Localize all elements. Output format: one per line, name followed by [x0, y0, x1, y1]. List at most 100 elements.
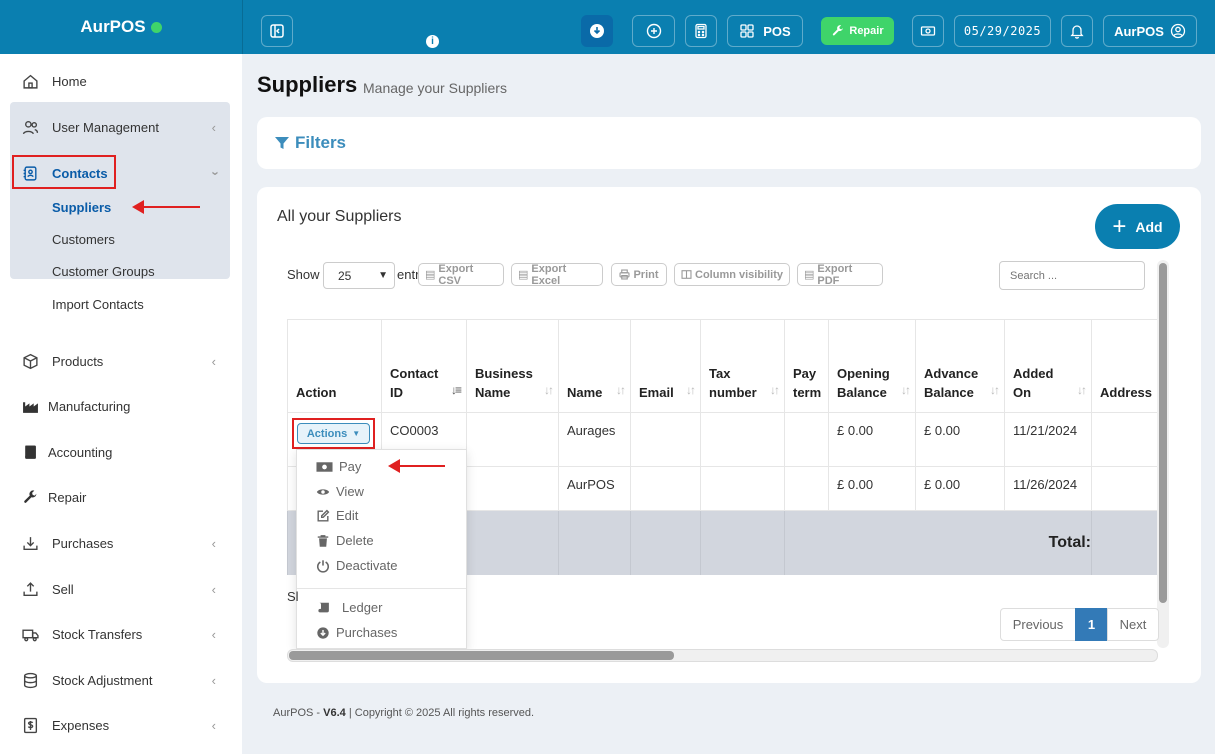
page-length-select[interactable]: 25 ▼ — [323, 262, 395, 289]
menu-item-edit[interactable]: Edit — [316, 508, 358, 523]
repair-button[interactable]: Repair — [821, 17, 894, 45]
sidebar-subitem-customer-groups[interactable]: Customer Groups — [52, 264, 155, 279]
column-header[interactable]: Business Name ↓↑ — [466, 319, 559, 413]
chevron-left-icon: ‹ — [211, 717, 216, 733]
sidebar-item-repair[interactable]: Repair — [10, 477, 230, 517]
arrow-annotation — [132, 200, 200, 214]
sidebar-item-accounting[interactable]: Accounting — [10, 432, 230, 472]
page-length-value: 25 — [338, 268, 352, 283]
columns-icon — [681, 270, 692, 279]
cash-register-button[interactable] — [912, 15, 944, 47]
export-excel-button[interactable]: ▤ Export Excel — [511, 262, 603, 287]
download-app-button[interactable] — [581, 15, 613, 47]
book-icon — [25, 445, 36, 459]
pos-button[interactable]: POS — [727, 15, 803, 47]
pos-label: POS — [763, 23, 791, 39]
print-icon — [619, 269, 630, 280]
sidebar-item-stock-adjustment[interactable]: Stock Adjustment ‹ — [10, 660, 230, 700]
search-input[interactable] — [999, 261, 1145, 290]
arrow-circle-down-icon — [317, 626, 329, 639]
vertical-scrollbar[interactable] — [1157, 260, 1169, 648]
sidebar-subitem-import-contacts[interactable]: Import Contacts — [52, 297, 144, 312]
sidebar-item-label: Home — [52, 73, 87, 89]
filter-icon — [275, 137, 289, 149]
scrollbar-thumb[interactable] — [289, 651, 674, 660]
add-supplier-button[interactable]: + Add — [1095, 204, 1180, 249]
sidebar-item-label: User Management — [52, 119, 159, 135]
menu-item-ledger[interactable]: Ledger — [316, 600, 382, 615]
brand-name: AurPOS — [80, 17, 146, 36]
chevron-left-icon: ‹ — [211, 119, 216, 135]
print-label: Print — [633, 268, 659, 281]
column-header[interactable]: Advance Balance ↓↑ — [915, 319, 1005, 413]
column-header: Address — [1091, 319, 1157, 413]
calculator-button[interactable] — [685, 15, 717, 47]
plus-icon: + — [1112, 212, 1127, 240]
sidebar-subitem-customers[interactable]: Customers — [52, 232, 115, 247]
sidebar-item-user-management[interactable]: User Management ‹ — [10, 107, 230, 147]
sidebar-item-label: Stock Transfers — [52, 626, 143, 642]
menu-item-purchases[interactable]: Purchases — [316, 625, 397, 640]
wrench-icon — [24, 489, 37, 503]
sidebar-item-label: Manufacturing — [48, 398, 131, 414]
column-header[interactable]: Opening Balance ↓↑ — [828, 319, 916, 413]
sidebar-item-home[interactable]: Home — [10, 61, 230, 101]
menu-item-delete[interactable]: Delete — [316, 533, 374, 548]
advance-balance-cell: £ 0.00 — [915, 466, 1005, 511]
pagination-next[interactable]: Next — [1107, 608, 1159, 641]
power-icon — [316, 559, 330, 573]
sidebar-item-sell[interactable]: Sell ‹ — [10, 569, 230, 609]
notifications-button[interactable] — [1061, 15, 1093, 47]
sidebar-item-expenses[interactable]: Expenses ‹ — [10, 705, 230, 745]
filters-label: Filters — [295, 133, 347, 152]
name-cell: Aurages — [558, 412, 631, 467]
menu-item-view[interactable]: View — [316, 484, 364, 499]
sidebar-toggle-icon — [270, 24, 284, 38]
filters-toggle[interactable]: Filters — [274, 133, 346, 153]
filters-card[interactable]: Filters — [257, 117, 1201, 169]
column-visibility-label: Column visibility — [695, 268, 784, 281]
menu-item-pay[interactable]: Pay — [316, 459, 361, 474]
sidebar-item-purchases[interactable]: Purchases ‹ — [10, 523, 230, 563]
scrollbar-thumb[interactable] — [1159, 263, 1167, 603]
plus-circle-icon — [646, 23, 661, 39]
export-csv-button[interactable]: ▤ Export CSV — [418, 263, 504, 287]
quick-add-button[interactable] — [632, 15, 675, 47]
sidebar-subitem-suppliers[interactable]: Suppliers — [52, 200, 111, 215]
upload-icon — [23, 581, 38, 596]
chevron-left-icon: ‹ — [211, 581, 216, 597]
sort-icon: ↓↑ — [544, 383, 554, 397]
brand-logo[interactable]: AurPOS — [0, 0, 243, 54]
date-display: 05/29/2025 — [954, 15, 1051, 47]
column-header[interactable]: Name ↓↑ — [558, 319, 631, 413]
sidebar-toggle-button[interactable] — [261, 15, 293, 47]
eye-icon — [316, 488, 330, 495]
column-header[interactable]: Tax number ↓↑ — [700, 319, 785, 413]
arrow-annotation — [388, 459, 445, 473]
column-header[interactable]: Contact ID ↓≡ — [381, 319, 467, 413]
repair-label: Repair — [849, 25, 884, 37]
money-icon — [920, 26, 936, 36]
info-icon[interactable]: i — [426, 35, 439, 48]
export-pdf-button[interactable]: ▤ Export PDF — [797, 263, 883, 287]
user-menu-button[interactable]: AurPOS — [1103, 15, 1197, 47]
factory-icon — [23, 401, 38, 413]
download-icon — [23, 536, 38, 550]
export-excel-label: Export Excel — [531, 262, 567, 287]
menu-item-deactivate[interactable]: Deactivate — [316, 558, 397, 573]
column-header[interactable]: Added On ↓↑ — [1004, 319, 1092, 413]
sidebar-item-manufacturing[interactable]: Manufacturing — [10, 386, 230, 426]
file-excel-icon: ▤ — [518, 269, 529, 281]
column-header[interactable]: Email ↓↑ — [630, 319, 701, 413]
pagination-previous[interactable]: Previous — [1000, 608, 1076, 641]
horizontal-scrollbar[interactable] — [287, 649, 1158, 662]
sidebar-item-stock-transfers[interactable]: Stock Transfers ‹ — [10, 614, 230, 654]
sidebar-item-products[interactable]: Products ‹ — [10, 341, 230, 381]
pay-term-cell — [784, 466, 829, 511]
pagination-page-1[interactable]: 1 — [1075, 608, 1108, 641]
chevron-left-icon: ‹ — [211, 353, 216, 369]
column-header: Pay term — [784, 319, 829, 413]
print-button[interactable]: Print — [611, 263, 667, 286]
column-visibility-button[interactable]: Column visibility — [674, 263, 790, 286]
business-name-cell — [466, 466, 559, 511]
